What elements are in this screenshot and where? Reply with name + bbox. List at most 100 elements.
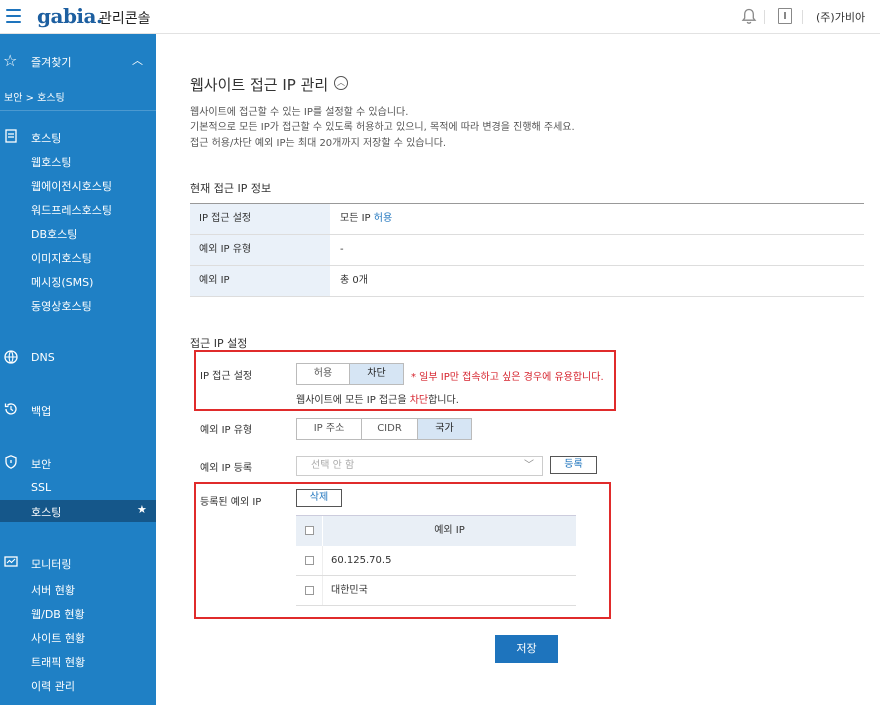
value-highlight: 허용 — [373, 213, 393, 224]
bell-icon[interactable] — [741, 8, 757, 25]
monitor-icon — [4, 556, 18, 567]
row-value: 모든 IP 허용 — [330, 204, 392, 234]
exception-ip-table: 예외 IP 60.125.70.5 대한민국 — [296, 515, 576, 606]
exception-type-toggle: IP 주소 CIDR 국가 — [296, 418, 472, 440]
ip-value: 대한민국 — [331, 585, 368, 596]
chevron-up-icon[interactable]: ︿ — [334, 76, 348, 90]
sidebar-item-wordpress-hosting[interactable]: 워드프레스호스팅 — [31, 202, 112, 218]
ip-value: 60.125.70.5 — [331, 555, 392, 566]
notice-icon[interactable] — [778, 8, 792, 24]
sidebar-breadcrumb[interactable]: 보안 > 호스팅 — [4, 89, 65, 104]
divider — [0, 110, 156, 111]
block-option[interactable]: 차단 — [350, 364, 403, 384]
sidebar-section-label: 보안 — [31, 458, 52, 471]
sidebar-section-hosting[interactable]: 호스팅 — [0, 127, 156, 147]
current-ip-title: 현재 접근 IP 정보 — [190, 182, 272, 195]
sidebar-item-sms[interactable]: 메시징(SMS) — [31, 274, 93, 290]
access-note: * 일부 IP만 접속하고 싶은 경우에 유용합니다. — [411, 372, 604, 383]
favorites-toggle[interactable]: ☆ 즐겨찾기 ︿ — [0, 51, 156, 71]
top-bar: gabia. 관리콘솔 (주)가비아 — [0, 0, 880, 34]
sidebar-section-backup[interactable]: 백업 — [0, 400, 156, 420]
sidebar-section-label: DNS — [31, 351, 55, 364]
sidebar-section-monitoring[interactable]: 모니터링 — [0, 553, 156, 573]
sidebar-section-label: 호스팅 — [31, 132, 62, 145]
sidebar-item-security-hosting[interactable]: 호스팅 ★ — [0, 500, 156, 522]
select-placeholder: 선택 안 함 — [311, 460, 355, 471]
description-line: 웹사이트에 접근할 수 있는 IP를 설정할 수 있습니다. — [190, 107, 409, 118]
allow-option[interactable]: 허용 — [297, 364, 350, 384]
exception-type-label: 예외 IP 유형 — [200, 425, 253, 436]
country-select[interactable]: 선택 안 함 ﹀ — [296, 456, 543, 476]
access-description: 웹사이트에 모든 IP 접근을 차단합니다. — [296, 391, 459, 406]
table-row: 예외 IP 총 0개 — [190, 266, 864, 297]
description-line: 접근 허용/차단 예외 IP는 최대 20개까지 저장할 수 있습니다. — [190, 138, 447, 149]
company-name[interactable]: (주)가비아 — [816, 9, 865, 25]
sidebar-section-label: 백업 — [31, 405, 52, 418]
gabia-logo[interactable]: gabia. — [37, 4, 103, 28]
row-select-cell — [296, 576, 323, 605]
table-row: IP 접근 설정 모든 IP 허용 — [190, 204, 864, 235]
star-icon: ☆ — [3, 51, 18, 70]
sidebar-item-label: 호스팅 — [31, 506, 62, 519]
select-all-cell — [296, 516, 323, 546]
desc-text: 합니다. — [428, 395, 459, 406]
current-ip-table: IP 접근 설정 모든 IP 허용 예외 IP 유형 - 예외 IP 총 0개 — [190, 203, 864, 297]
register-button[interactable]: 등록 — [550, 456, 597, 474]
ip-config-title: 접근 IP 설정 — [190, 337, 248, 350]
row-label: IP 접근 설정 — [190, 204, 330, 234]
chevron-down-icon: ﹀ — [524, 460, 534, 471]
sidebar-section-label: 모니터링 — [31, 558, 72, 571]
row-value: 총 0개 — [340, 275, 368, 286]
sidebar-item-site-status[interactable]: 사이트 현황 — [31, 630, 85, 646]
sidebar-item-web-hosting[interactable]: 웹호스팅 — [31, 154, 71, 170]
table-row: 대한민국 — [296, 576, 576, 606]
row-checkbox[interactable] — [305, 586, 314, 595]
favorite-star-icon[interactable]: ★ — [137, 503, 147, 516]
sidebar-item-image-hosting[interactable]: 이미지호스팅 — [31, 250, 92, 266]
topbar-divider — [764, 10, 765, 24]
globe-icon — [4, 350, 18, 364]
delete-button[interactable]: 삭제 — [296, 489, 342, 507]
shield-icon — [5, 455, 17, 469]
exception-register-label: 예외 IP 등록 — [200, 463, 253, 474]
sidebar-item-web-db-status[interactable]: 웹/DB 현황 — [31, 606, 85, 622]
row-value: - — [340, 244, 344, 255]
sidebar-item-traffic-status[interactable]: 트래픽 현황 — [31, 654, 85, 670]
sidebar-item-server-status[interactable]: 서버 현황 — [31, 582, 75, 598]
sidebar-section-dns[interactable]: DNS — [0, 348, 156, 368]
sidebar: ☆ 즐겨찾기 ︿ 보안 > 호스팅 호스팅 웹호스팅 웹에이전시호스팅 워드프레… — [0, 34, 156, 705]
topbar-divider — [802, 10, 803, 24]
select-all-checkbox[interactable] — [305, 526, 314, 535]
save-button[interactable]: 저장 — [495, 635, 558, 663]
row-select-cell — [296, 546, 323, 575]
table-header-row: 예외 IP — [296, 515, 576, 546]
row-checkbox[interactable] — [305, 556, 314, 565]
table-header: 예외 IP — [434, 525, 465, 536]
page-title: 웹사이트 접근 IP 관리 — [190, 76, 329, 94]
registered-ip-label: 등록된 예외 IP — [200, 497, 262, 508]
row-label: 예외 IP 유형 — [190, 235, 330, 265]
server-icon — [5, 129, 17, 143]
country-option[interactable]: 국가 — [418, 419, 471, 439]
sidebar-item-db-hosting[interactable]: DB호스팅 — [31, 226, 77, 242]
access-setting-label: IP 접근 설정 — [200, 371, 253, 382]
chevron-up-icon: ︿ — [132, 54, 143, 67]
menu-icon[interactable] — [6, 9, 21, 24]
sidebar-item-ssl[interactable]: SSL — [31, 481, 51, 494]
sidebar-item-history[interactable]: 이력 관리 — [31, 678, 75, 694]
sidebar-section-security[interactable]: 보안 — [0, 453, 156, 473]
sidebar-item-web-agency-hosting[interactable]: 웹에이전시호스팅 — [31, 178, 112, 194]
sidebar-item-video-hosting[interactable]: 동영상호스팅 — [31, 298, 92, 314]
history-icon — [4, 403, 17, 415]
favorites-label: 즐겨찾기 — [31, 56, 72, 69]
row-label: 예외 IP — [190, 266, 330, 296]
desc-text: 웹사이트에 모든 IP 접근을 — [296, 395, 410, 406]
ip-address-option[interactable]: IP 주소 — [297, 419, 362, 439]
table-row: 예외 IP 유형 - — [190, 235, 864, 266]
cidr-option[interactable]: CIDR — [362, 419, 418, 439]
main-content: 웹사이트 접근 IP 관리 ︿ 웹사이트에 접근할 수 있는 IP를 설정할 수… — [156, 34, 880, 705]
desc-highlight: 차단 — [409, 395, 429, 406]
access-toggle: 허용 차단 — [296, 363, 404, 385]
value-text: 모든 IP — [340, 213, 374, 224]
console-title: 관리콘솔 — [99, 11, 151, 27]
